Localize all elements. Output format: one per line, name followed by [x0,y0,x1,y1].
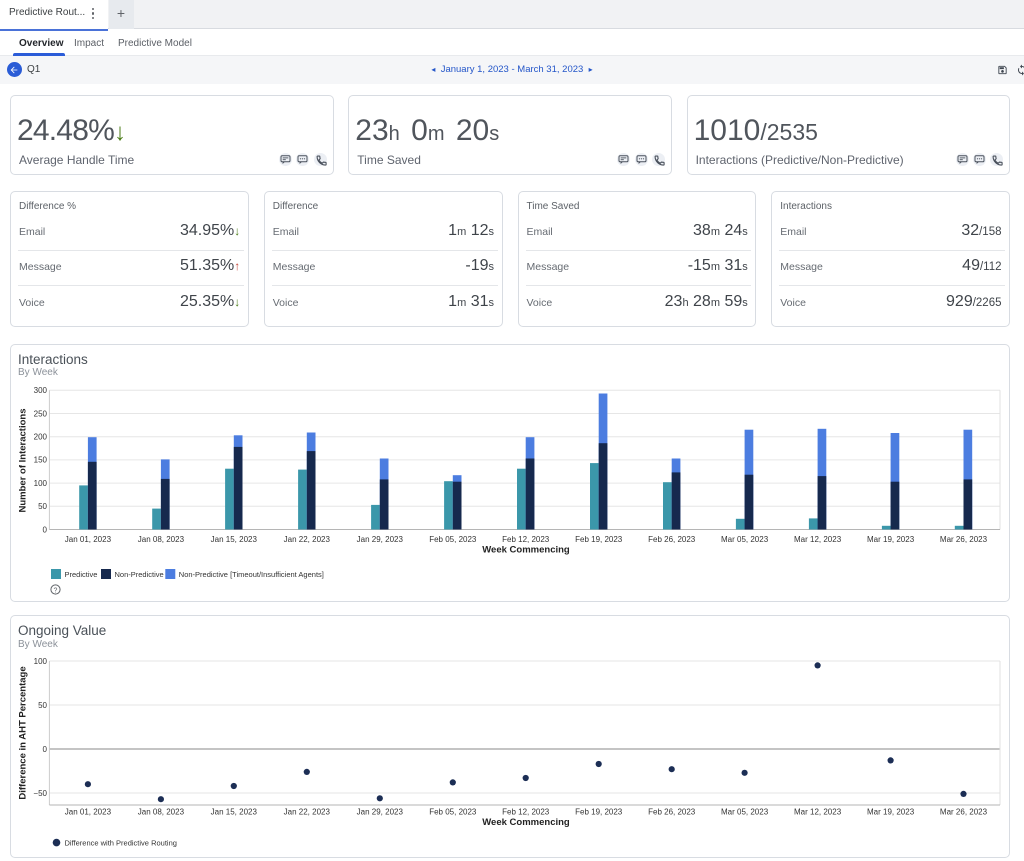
svg-text:Jan 22, 2023: Jan 22, 2023 [284,534,331,543]
svg-text:100: 100 [34,478,48,487]
svg-text:Week Commencing: Week Commencing [482,817,570,828]
svg-text:Mar 05, 2023: Mar 05, 2023 [721,534,769,543]
svg-text:Feb 19, 2023: Feb 19, 2023 [575,534,623,543]
svg-text:Jan 29, 2023: Jan 29, 2023 [357,534,404,543]
svg-text:Feb 05, 2023: Feb 05, 2023 [429,808,477,817]
svg-text:Jan 22, 2023: Jan 22, 2023 [284,808,331,817]
svg-text:Jan 08, 2023: Jan 08, 2023 [138,808,185,817]
svg-text:Mar 12, 2023: Mar 12, 2023 [794,534,842,543]
svg-text:Mar 12, 2023: Mar 12, 2023 [794,808,842,817]
svg-text:Feb 05, 2023: Feb 05, 2023 [429,534,477,543]
svg-text:Non-Predictive [Timeout/Insuff: Non-Predictive [Timeout/Insufficient Age… [179,570,324,579]
svg-text:Mar 19, 2023: Mar 19, 2023 [867,808,915,817]
svg-text:Non-Predictive: Non-Predictive [115,570,164,579]
svg-text:Mar 26, 2023: Mar 26, 2023 [940,808,988,817]
svg-text:Mar 19, 2023: Mar 19, 2023 [867,534,915,543]
svg-text:250: 250 [34,409,48,418]
svg-text:150: 150 [34,455,48,464]
svg-text:200: 200 [34,432,48,441]
svg-text:?: ? [54,587,58,594]
svg-text:Jan 15, 2023: Jan 15, 2023 [211,808,258,817]
svg-text:Number of Interactions: Number of Interactions [18,408,29,512]
svg-text:Jan 08, 2023: Jan 08, 2023 [138,534,185,543]
svg-text:50: 50 [38,701,47,710]
svg-text:Feb 26, 2023: Feb 26, 2023 [648,808,696,817]
svg-text:Mar 26, 2023: Mar 26, 2023 [940,534,988,543]
svg-text:Jan 01, 2023: Jan 01, 2023 [65,808,112,817]
svg-text:0: 0 [43,745,48,754]
svg-text:Jan 01, 2023: Jan 01, 2023 [65,534,112,543]
svg-text:Feb 19, 2023: Feb 19, 2023 [575,808,623,817]
svg-text:300: 300 [34,386,48,395]
svg-text:Jan 29, 2023: Jan 29, 2023 [357,808,404,817]
svg-text:Mar 05, 2023: Mar 05, 2023 [721,808,769,817]
svg-text:Difference in AHT Percentage: Difference in AHT Percentage [18,666,29,799]
svg-text:Feb 12, 2023: Feb 12, 2023 [502,808,550,817]
svg-text:Predictive: Predictive [65,570,98,579]
svg-text:0: 0 [43,525,48,534]
svg-text:−50: −50 [33,789,47,798]
svg-text:100: 100 [34,657,48,666]
svg-text:Feb 12, 2023: Feb 12, 2023 [502,534,550,543]
svg-text:50: 50 [38,502,47,511]
svg-text:Feb 26, 2023: Feb 26, 2023 [648,534,696,543]
svg-text:Week Commencing: Week Commencing [482,544,570,555]
svg-text:Jan 15, 2023: Jan 15, 2023 [211,534,258,543]
svg-text:Difference with Predictive Rou: Difference with Predictive Routing [65,838,177,847]
